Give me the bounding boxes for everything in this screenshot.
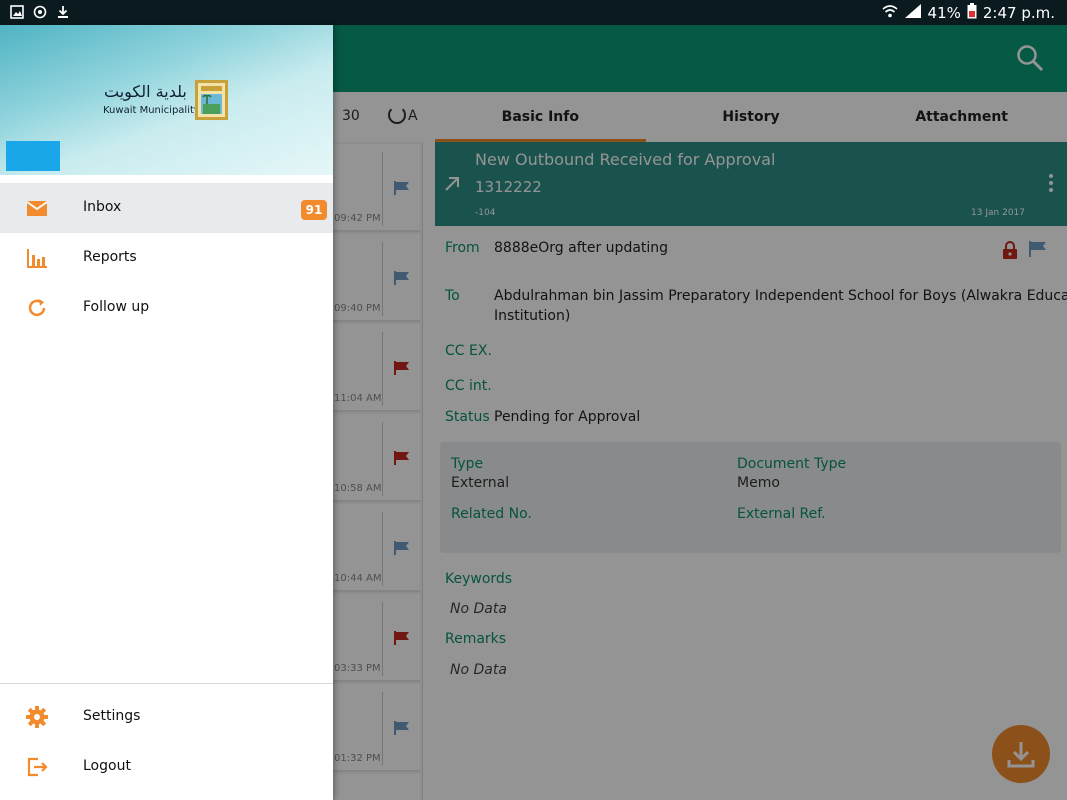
bar-chart-icon [26, 247, 48, 269]
drawer-item-follow-up[interactable]: Follow up [0, 283, 333, 333]
drawer-item-logout[interactable]: Logout [0, 742, 333, 792]
drawer-item-label: Follow up [83, 299, 150, 315]
clock: 2:47 p.m. [982, 4, 1055, 22]
signal-icon [904, 4, 922, 22]
kuwait-municipality-logo [195, 80, 228, 120]
status-left-icons [10, 4, 70, 19]
avatar [6, 141, 60, 171]
drawer-item-settings[interactable]: Settings [0, 692, 333, 742]
gear-icon [26, 706, 48, 728]
gallery-icon [10, 4, 24, 19]
drawer-item-inbox[interactable]: Inbox 91 [0, 183, 333, 233]
drawer-item-label: Inbox [83, 199, 122, 215]
sync-icon [33, 4, 47, 19]
wifi-icon [882, 4, 898, 22]
refresh-icon [26, 297, 48, 319]
logo-english-text: Kuwait Municipality [103, 105, 200, 116]
drawer-item-label: Logout [83, 758, 131, 774]
logout-icon [26, 756, 48, 778]
drawer-divider [0, 683, 333, 684]
status-bar: 41% 2:47 p.m. [0, 0, 1067, 25]
download-icon [56, 4, 70, 18]
battery-percent: 41% [927, 4, 961, 22]
battery-icon [967, 3, 977, 23]
drawer-item-reports[interactable]: Reports [0, 233, 333, 283]
mail-icon [26, 197, 48, 219]
drawer-item-label: Reports [83, 249, 137, 265]
logo-arabic-text: بلدية الكويت [104, 82, 187, 101]
navigation-drawer: بلدية الكويت Kuwait Municipality Inbox 9… [0, 25, 333, 800]
drawer-item-label: Settings [83, 708, 141, 724]
status-right: 41% 2:47 p.m. [882, 3, 1055, 23]
inbox-count-badge: 91 [301, 200, 327, 220]
drawer-header: بلدية الكويت Kuwait Municipality [0, 25, 333, 175]
